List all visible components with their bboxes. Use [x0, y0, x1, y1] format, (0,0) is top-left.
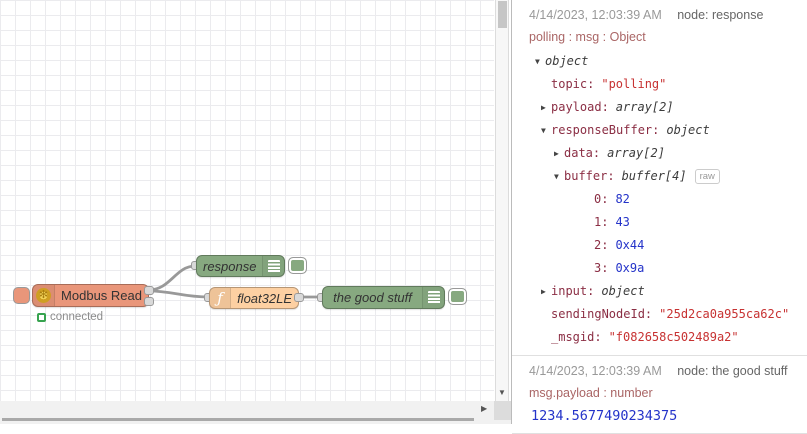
status-text: connected [50, 311, 104, 323]
tree-key: 0: [594, 192, 609, 206]
vertical-scrollbar-thumb[interactable] [497, 1, 507, 28]
modbus-icon: ✻ [36, 288, 52, 303]
flow-canvas[interactable]: ✻ Modbus Read connected response ƒ float… [0, 0, 511, 424]
function-icon: ƒ [217, 288, 223, 307]
node-label: response [203, 258, 257, 274]
debug-sidebar[interactable]: 4/14/2023, 12:03:39 AM node: response po… [511, 0, 807, 434]
tree-row: 3: 0x9a [584, 257, 799, 280]
scroll-down-icon[interactable]: ▼ [496, 388, 508, 397]
message-topic-path: msg.payload : number [529, 386, 653, 400]
caret-closed-icon[interactable]: ▶ [541, 280, 551, 303]
node-response[interactable]: response [196, 255, 285, 277]
caret-open-icon[interactable]: ▼ [554, 165, 564, 188]
tree-value: 82 [615, 192, 630, 206]
tree-row: topic: "polling" [541, 73, 799, 96]
timestamp: 4/14/2023, 12:03:39 AM [529, 364, 662, 378]
horizontal-scrollbar-thumb[interactable] [2, 418, 474, 421]
tree-value: 43 [615, 215, 630, 229]
tree-value: object [601, 284, 645, 298]
debug-console-icon [267, 259, 280, 273]
tree-row: sendingNodeId: "25d2ca0a955ca62c" [541, 303, 799, 326]
scrollbar-corner [494, 401, 511, 420]
tree-value: object [545, 54, 589, 68]
source-node-label: node: response [677, 8, 764, 22]
tree-row: ▼ responseBuffer: object [541, 119, 799, 142]
tree-row: 0: 82 [584, 188, 799, 211]
tree-key: input: [551, 284, 595, 298]
tree-row: ▼ buffer: buffer[4] raw [554, 165, 799, 188]
tree-row: ▼ object [535, 50, 799, 73]
tree-key: buffer: [564, 169, 615, 183]
debug-message[interactable]: 4/14/2023, 12:03:39 AM node: the good st… [512, 355, 807, 434]
response-toggle-button[interactable] [288, 257, 307, 274]
raw-toggle-button[interactable]: raw [694, 169, 720, 184]
function-output-port[interactable] [294, 293, 304, 302]
source-node-label: node: the good stuff [677, 364, 788, 378]
response-console-iconbox [262, 256, 284, 276]
tree-key: 1: [594, 215, 609, 229]
caret-open-icon[interactable]: ▼ [535, 50, 545, 73]
wire-layer [148, 264, 321, 299]
tree-row: ▶ payload: array[2] [541, 96, 799, 119]
goodstuff-console-iconbox [422, 287, 444, 308]
tree-key: responseBuffer: [551, 123, 660, 137]
tree-value: object [666, 123, 710, 137]
message-topic-path: polling : msg : Object [529, 30, 646, 44]
caret-closed-icon[interactable]: ▶ [541, 96, 551, 119]
wire-modbus-function[interactable] [148, 289, 209, 299]
tree-row: ▶ input: object [541, 280, 799, 303]
tree-value: 0x9a [615, 261, 645, 275]
payload-number-value: 1234.5677490234375 [531, 408, 678, 424]
tree-value: array[2] [615, 100, 674, 114]
canvas-horizontal-scrollbar[interactable]: ▶ [0, 401, 511, 424]
node-label: float32LE [237, 290, 292, 306]
node-float32le[interactable]: ƒ float32LE [209, 287, 299, 309]
tree-value: "25d2ca0a955ca62c" [659, 307, 790, 321]
tree-row: ▶ data: array[2] [554, 142, 799, 165]
wire-modbus-response[interactable] [148, 264, 196, 292]
modbus-output-port-1[interactable] [144, 286, 154, 295]
tree-value: array[2] [607, 146, 665, 160]
tree-key: sendingNodeId: [551, 307, 653, 321]
tree-row: 2: 0x44 [584, 234, 799, 257]
canvas-vertical-scrollbar[interactable]: ▼ [495, 0, 509, 401]
scroll-right-icon[interactable]: ▶ [481, 404, 493, 413]
tree-key: data: [564, 146, 601, 160]
timestamp: 4/14/2023, 12:03:39 AM [529, 8, 662, 22]
modbus-output-port-2[interactable] [144, 297, 154, 306]
node-modbus-read[interactable]: ✻ Modbus Read [32, 284, 149, 307]
tree-key: 3: [594, 261, 609, 275]
tree-value: buffer[4] [621, 169, 687, 183]
tree-key: _msgid: [551, 330, 602, 344]
debug-message-header: 4/14/2023, 12:03:39 AM node: response [529, 8, 799, 24]
tree-row: 1: 43 [584, 211, 799, 234]
tree-key: 2: [594, 238, 609, 252]
goodstuff-toggle-button[interactable] [448, 288, 467, 305]
caret-closed-icon[interactable]: ▶ [554, 142, 564, 165]
tree-value: 0x44 [615, 238, 645, 252]
tree-row: _msgid: "f082658c502489a2" [541, 326, 799, 349]
function-iconbox: ƒ [210, 288, 232, 308]
tree-key: payload: [551, 100, 609, 114]
modbus-node-button[interactable] [13, 287, 30, 304]
tree-key: topic: [551, 77, 595, 91]
node-label: Modbus Read [61, 288, 142, 303]
object-tree: ▼ object topic: "polling" ▶ payload: array[2… [529, 50, 799, 349]
tree-value: "f082658c502489a2" [608, 330, 739, 344]
caret-open-icon[interactable]: ▼ [541, 119, 551, 142]
modbus-node-iconbox: ✻ [33, 285, 56, 306]
modbus-status: connected [37, 311, 103, 323]
status-connected-icon [37, 312, 46, 322]
tree-value: "polling" [601, 77, 667, 91]
debug-message[interactable]: 4/14/2023, 12:03:39 AM node: response po… [512, 0, 807, 355]
debug-message-header: 4/14/2023, 12:03:39 AM node: the good st… [529, 364, 799, 380]
node-the-good-stuff[interactable]: the good stuff [322, 286, 445, 309]
debug-console-icon [427, 291, 440, 304]
node-label: the good stuff [333, 290, 412, 305]
